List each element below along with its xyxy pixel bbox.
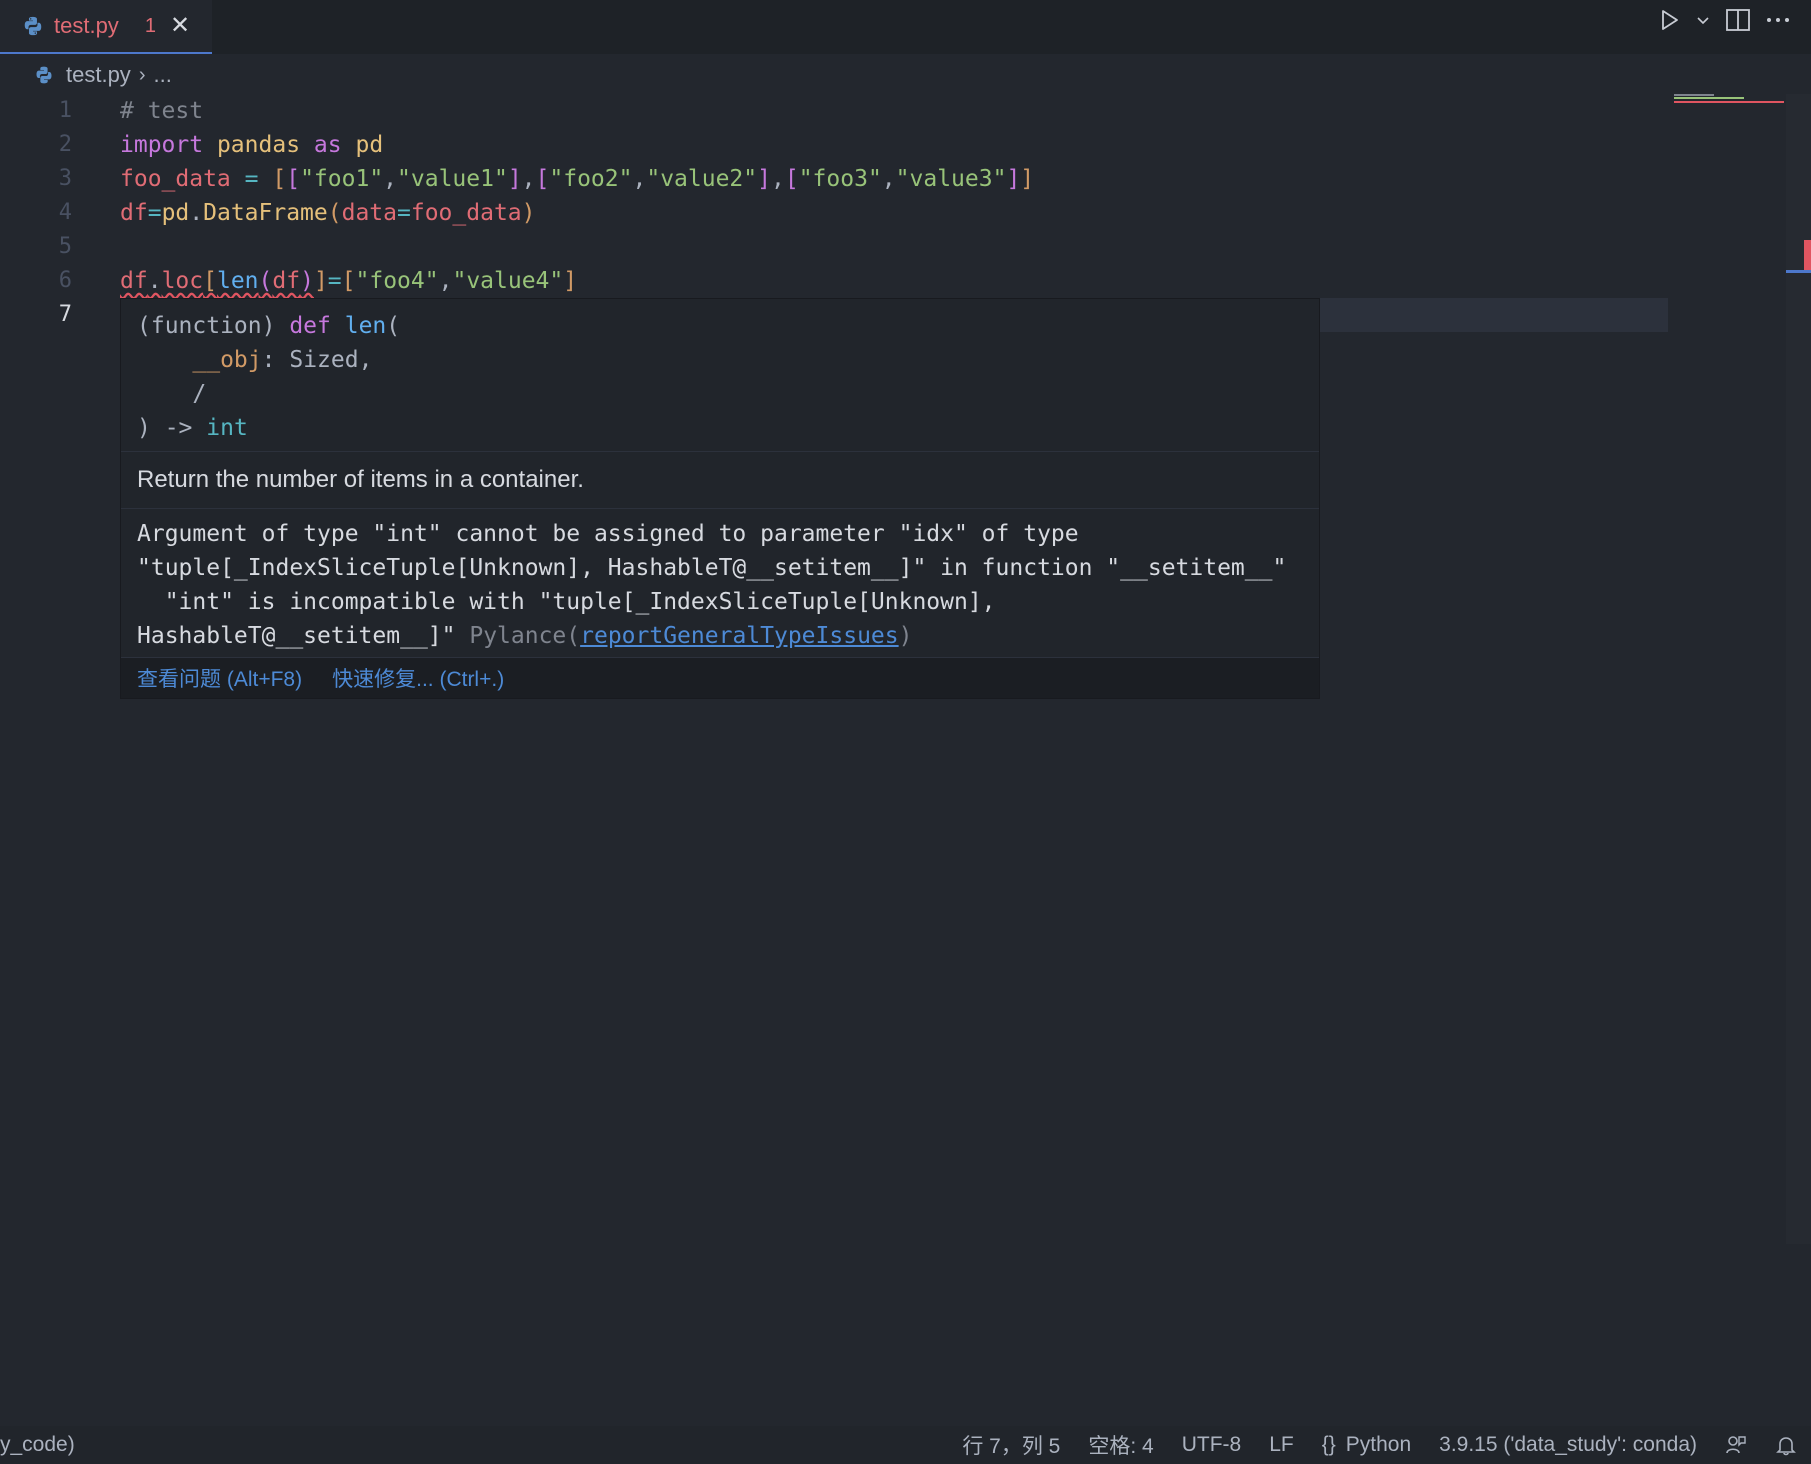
minimap[interactable] xyxy=(1674,92,1786,108)
sig-param-name: __obj xyxy=(192,347,262,373)
line-number: 4 xyxy=(58,200,72,225)
view-problem-link[interactable]: 查看问题 (Alt+F8) xyxy=(137,663,302,693)
current-line-highlight xyxy=(1320,298,1668,332)
close-icon[interactable]: ✕ xyxy=(170,14,190,38)
tab-bar: test.py 1 ✕ xyxy=(0,0,1811,54)
code-content: import pandas as pd xyxy=(120,132,384,158)
python-icon xyxy=(36,66,52,84)
code-content: df.loc[len(df)]=["foo4","value4"] xyxy=(120,268,578,294)
status-bar: y_code) 行 7，列 5 空格: 4 UTF-8 LF {} Python… xyxy=(0,1426,1811,1464)
code-line[interactable]: 6 df.loc[len(df)]=["foo4","value4"] xyxy=(0,264,1668,298)
code-line[interactable]: 5 xyxy=(0,230,1668,264)
sig-def-keyword: def xyxy=(289,313,331,339)
status-interpreter[interactable]: 3.9.15 ('data_study': conda) xyxy=(1439,1433,1697,1457)
code-line[interactable]: 2 import pandas as pd xyxy=(0,128,1668,162)
breadcrumb: test.py › ... xyxy=(34,60,172,90)
tab-problem-count: 1 xyxy=(144,14,156,37)
status-right: 行 7，列 5 空格: 4 UTF-8 LF {} Python 3.9.15 … xyxy=(962,1426,1797,1464)
sig-return-type: int xyxy=(206,415,248,441)
sig-function-name: len xyxy=(344,313,387,339)
chevron-down-icon[interactable] xyxy=(1695,12,1711,28)
code-line[interactable]: 3 foo_data = [["foo1","value1"],["foo2",… xyxy=(0,162,1668,196)
code-content: # test xyxy=(120,98,204,124)
split-editor-icon[interactable] xyxy=(1725,8,1751,32)
hover-tooltip: (function) def len( __obj: Sized, / ) ->… xyxy=(120,298,1320,699)
more-actions-icon[interactable] xyxy=(1765,8,1791,32)
status-language-mode[interactable]: {} Python xyxy=(1322,1433,1411,1457)
status-eol[interactable]: LF xyxy=(1269,1433,1294,1457)
braces-icon: {} xyxy=(1321,1433,1336,1456)
sig-param-type: Sized xyxy=(289,347,359,373)
status-encoding[interactable]: UTF-8 xyxy=(1182,1433,1242,1457)
line-number: 6 xyxy=(58,268,72,293)
run-icon[interactable] xyxy=(1657,8,1681,32)
hover-actions: 查看问题 (Alt+F8) 快速修复... (Ctrl+.) xyxy=(121,657,1319,698)
chevron-right-icon: › xyxy=(138,63,146,86)
function-signature: (function) def len( __obj: Sized, / ) ->… xyxy=(121,299,1319,452)
status-left-text[interactable]: y_code) xyxy=(0,1426,75,1464)
status-indentation[interactable]: 空格: 4 xyxy=(1088,1430,1153,1460)
breadcrumb-more[interactable]: ... xyxy=(153,62,171,88)
line-number: 5 xyxy=(58,234,72,259)
quick-fix-link[interactable]: 快速修复... (Ctrl+.) xyxy=(332,663,504,693)
code-line[interactable]: 4 df=pd.DataFrame(data=foo_data) xyxy=(0,196,1668,230)
editor-actions xyxy=(1657,8,1791,32)
status-cursor-position[interactable]: 行 7，列 5 xyxy=(962,1430,1060,1460)
error-squiggle[interactable]: df.loc[len(df) xyxy=(120,268,314,294)
scrollbar-cursor-marker xyxy=(1786,270,1811,273)
error-line: "tuple[_IndexSliceTuple[Unknown], Hashab… xyxy=(137,555,1287,581)
status-language: Python xyxy=(1345,1433,1412,1456)
line-number: 7 xyxy=(58,302,72,327)
line-number: 3 xyxy=(58,166,72,191)
error-source: Pylance( xyxy=(469,623,581,649)
breadcrumb-file[interactable]: test.py xyxy=(66,62,131,88)
line-number: 2 xyxy=(58,132,72,157)
bell-icon[interactable] xyxy=(1775,1434,1797,1456)
code-line[interactable]: 1 # test xyxy=(0,94,1668,128)
sig-close: ) -> xyxy=(137,415,207,441)
python-icon xyxy=(24,16,42,36)
error-line: "int" is incompatible with "tuple[_Index… xyxy=(137,589,996,615)
tab-filename: test.py xyxy=(54,13,119,38)
tab-test-py[interactable]: test.py 1 ✕ xyxy=(0,0,212,54)
error-code-link[interactable]: reportGeneralTypeIssues xyxy=(580,623,899,649)
code-content: df=pd.DataFrame(data=foo_data) xyxy=(120,200,536,226)
sig-open-paren: ( xyxy=(386,313,401,339)
feedback-icon[interactable] xyxy=(1725,1434,1747,1456)
error-line: HashableT@__setitem__]" xyxy=(137,623,470,649)
scrollbar-error-marker xyxy=(1804,240,1811,270)
error-source-close: ) xyxy=(898,623,913,649)
error-line: Argument of type "int" cannot be assigne… xyxy=(137,521,1079,547)
line-number: 1 xyxy=(58,98,72,123)
sig-prefix: (function) xyxy=(137,313,290,339)
error-message: Argument of type "int" cannot be assigne… xyxy=(121,509,1319,657)
sig-slash: / xyxy=(192,381,207,407)
code-content: foo_data = [["foo1","value1"],["foo2","v… xyxy=(120,166,1035,192)
function-description: Return the number of items in a containe… xyxy=(121,452,1319,509)
